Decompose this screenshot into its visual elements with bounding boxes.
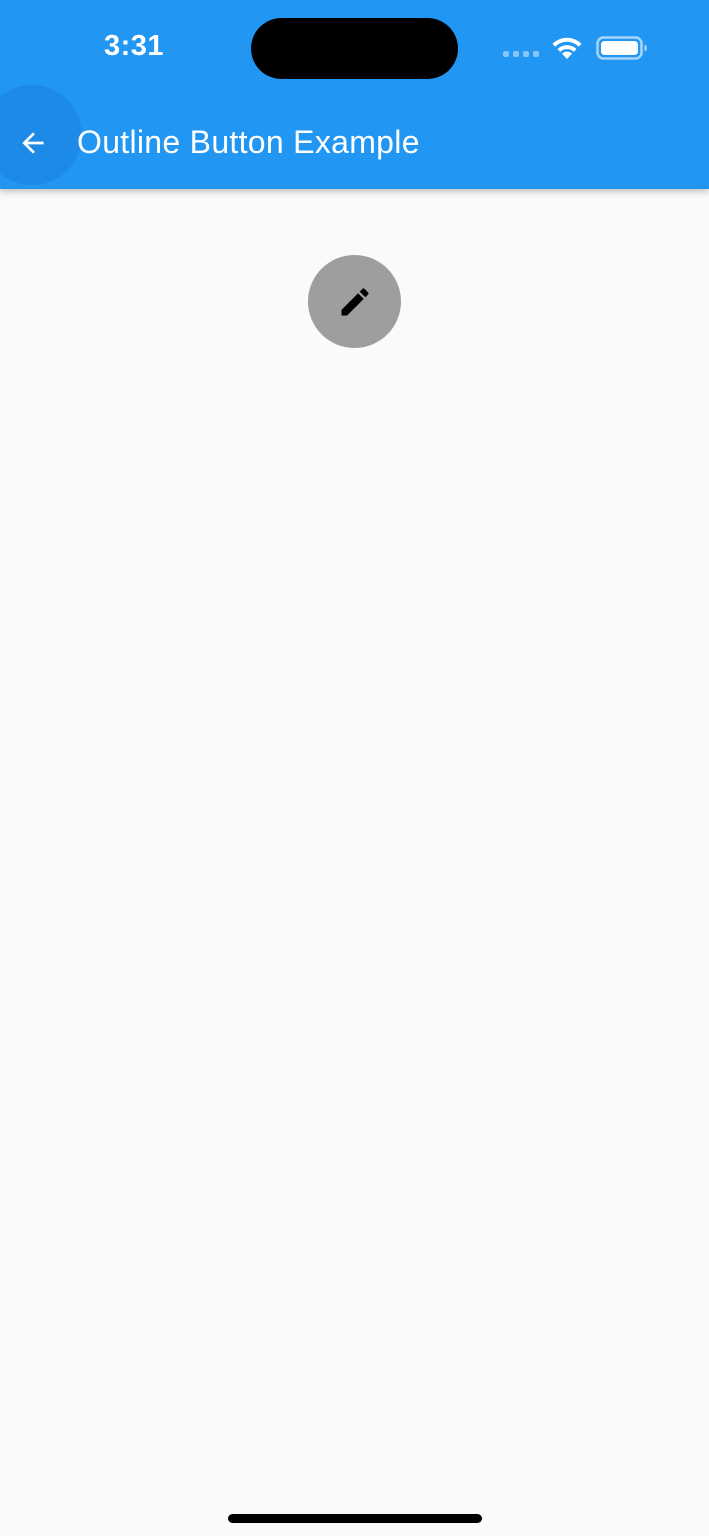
- page-title: Outline Button Example: [77, 124, 420, 160]
- edit-button[interactable]: [308, 255, 401, 348]
- edit-pencil-icon: [341, 287, 369, 315]
- battery-icon: [596, 36, 647, 60]
- cellular-signal-icon: [503, 51, 539, 57]
- arrow-back-icon: [22, 132, 44, 154]
- app-bar: 3:31 Outline Button Example: [0, 0, 709, 189]
- wifi-icon: [552, 37, 582, 59]
- back-button[interactable]: [0, 110, 66, 176]
- home-indicator: [228, 1514, 482, 1523]
- status-time: 3:31: [104, 30, 165, 62]
- screen: 3:31 Outline Button Example: [0, 0, 709, 1536]
- dynamic-island: [251, 18, 458, 79]
